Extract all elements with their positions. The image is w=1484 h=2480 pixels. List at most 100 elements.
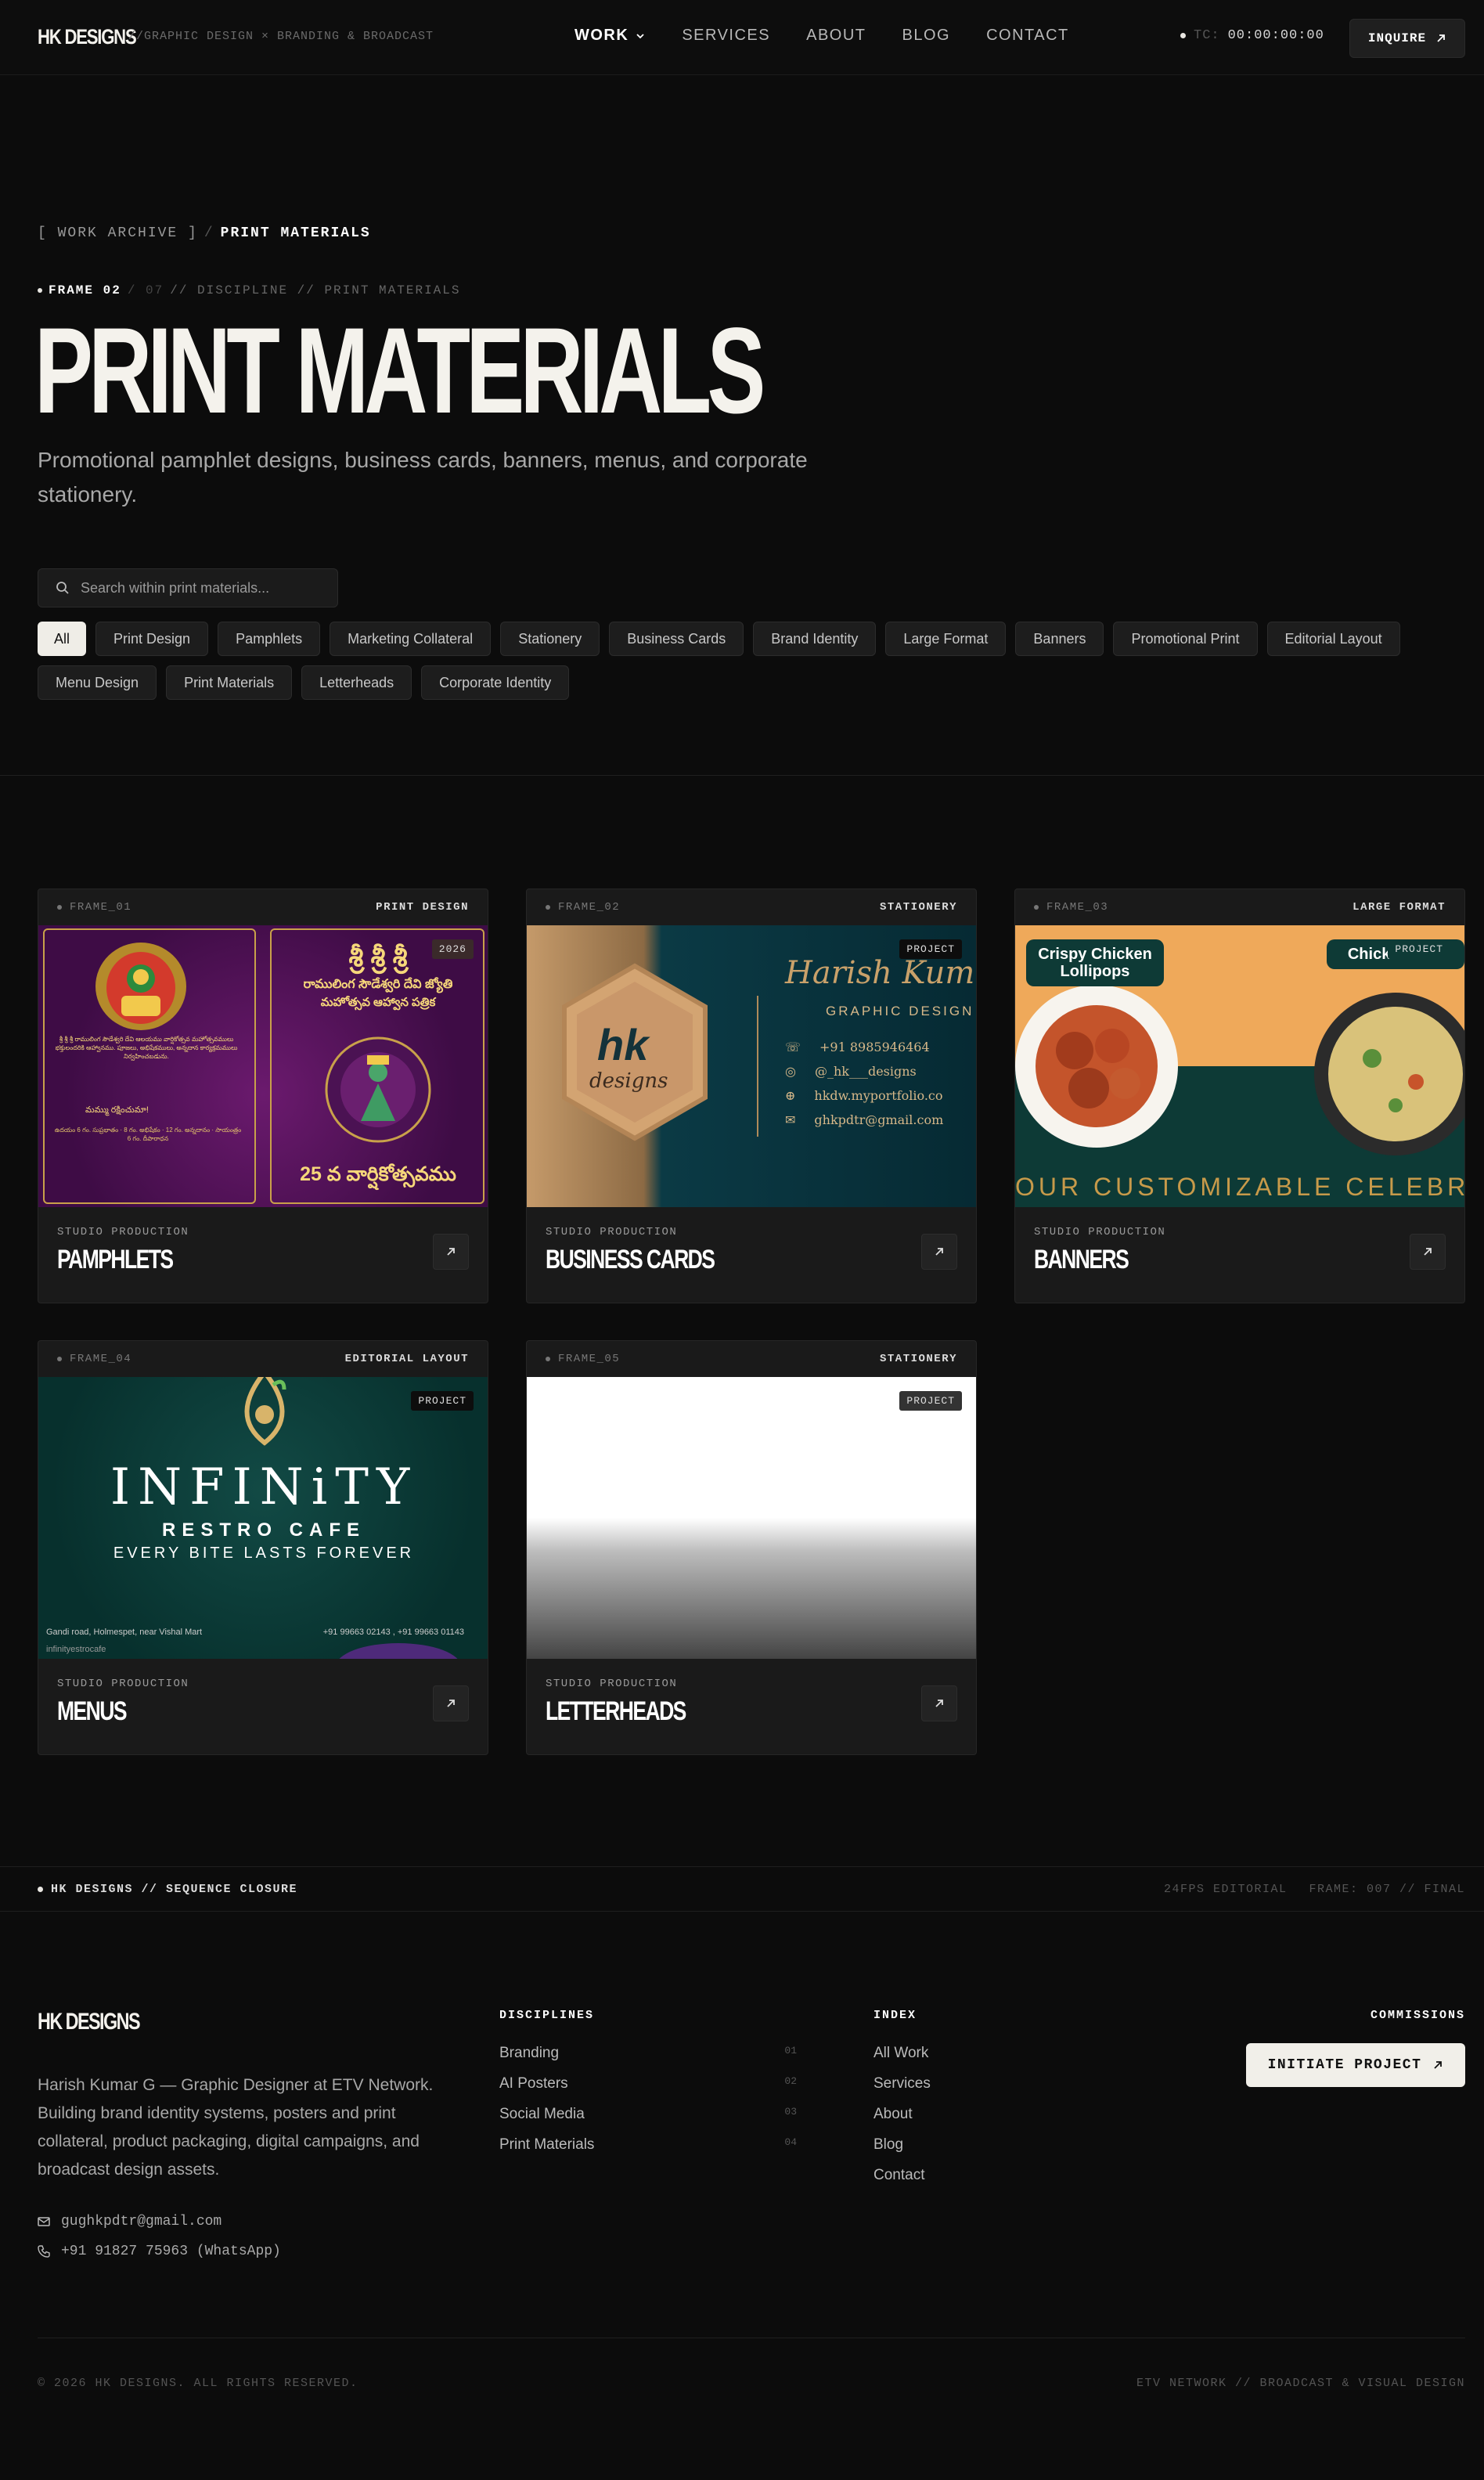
breadcrumb-root[interactable]: [ WORK ARCHIVE ] — [38, 225, 198, 241]
pamphlet-anniversary: 25 వ వార్షికోత్సవము — [300, 1163, 456, 1185]
top-nav: HK DESIGNS //GRAPHIC DESIGN × BRANDING &… — [0, 0, 1484, 75]
arrow-up-right-icon — [1437, 34, 1446, 42]
nav-work-label: WORK — [575, 27, 629, 44]
filter-chip[interactable]: Corporate Identity — [421, 665, 570, 700]
card-category: PRINT DESIGN — [376, 901, 469, 914]
card-badge: PROJECT — [899, 1391, 962, 1411]
project-card-letterheads[interactable]: FRAME_05 STATIONERY PROJECT STUDIO PRODU… — [526, 1340, 977, 1755]
card-open-button[interactable] — [433, 1685, 469, 1721]
filter-chip[interactable]: Pamphlets — [218, 622, 321, 656]
footer-disciplines-title: DISCIPLINES — [499, 2009, 595, 2022]
card-thumbnail: Crispy Chicken Lollipops Chick… Rice OUR… — [1015, 925, 1464, 1207]
dish-label-1: Crispy Chicken Lollipops — [1026, 939, 1164, 986]
contact-mail-text: ghkpdtr@gmail.com — [814, 1112, 944, 1127]
card-frame: FRAME_01 — [57, 901, 131, 914]
closure-left: HK DESIGNS // SEQUENCE CLOSURE — [38, 1883, 297, 1896]
filter-chip[interactable]: Print Design — [95, 622, 209, 656]
footer-index-title: INDEX — [873, 2009, 917, 2022]
filter-chips: All Print Design Pamphlets Marketing Col… — [38, 622, 1462, 700]
footer-index-link[interactable]: Services — [873, 2075, 931, 2092]
card-footer: STUDIO PRODUCTION LETTERHEADS — [527, 1659, 976, 1727]
filter-chip[interactable]: Marketing Collateral — [330, 622, 492, 656]
initiate-project-button[interactable]: INITIATE PROJECT — [1246, 2043, 1465, 2087]
card-frame: FRAME_02 — [546, 901, 620, 914]
nav-work[interactable]: WORK — [575, 27, 646, 45]
menu-decor — [336, 1643, 461, 1659]
site-logo[interactable]: HK DESIGNS — [38, 25, 137, 49]
footer-phone[interactable]: +91 91827 75963 (WhatsApp) — [38, 2244, 281, 2259]
mail-icon — [38, 2217, 50, 2226]
pamphlet-subtitle-2: మహోత్సవ ఆహ్వాన పత్రిక — [320, 996, 436, 1009]
filter-chip[interactable]: Menu Design — [38, 665, 157, 700]
footer-discipline-link[interactable]: Print Materials 04 — [499, 2136, 797, 2153]
footer-network: ETV NETWORK // BROADCAST & VISUAL DESIGN — [1136, 2377, 1465, 2390]
initiate-project-label: INITIATE PROJECT — [1267, 2057, 1422, 2073]
filter-chip[interactable]: Stationery — [500, 622, 600, 656]
filter-chip[interactable]: Promotional Print — [1113, 622, 1258, 656]
filter-chip-all[interactable]: All — [38, 622, 87, 656]
nav-contact[interactable]: CONTACT — [986, 27, 1069, 45]
card-frame-label: FRAME_02 — [558, 901, 621, 914]
nav-services[interactable]: SERVICES — [682, 27, 770, 45]
discipline-number: 01 — [784, 2045, 797, 2056]
card-frame-label: FRAME_01 — [70, 901, 132, 914]
closure-fps: 24FPS EDITORIAL — [1163, 1883, 1288, 1896]
card-header: FRAME_01 PRINT DESIGN — [38, 889, 488, 925]
card-header: FRAME_03 LARGE FORMAT — [1015, 889, 1464, 925]
card-kicker: STUDIO PRODUCTION — [57, 1678, 189, 1690]
card-open-button[interactable] — [1410, 1234, 1446, 1270]
project-card-banners[interactable]: FRAME_03 LARGE FORMAT Crispy Chicken Lol… — [1014, 889, 1465, 1303]
pamphlet-inner-line: మమ్ము రక్షించుమా! — [85, 1105, 149, 1115]
timecode-dot — [1180, 33, 1186, 38]
card-frame: FRAME_04 — [57, 1353, 131, 1365]
footer-discipline-link[interactable]: Social Media 03 — [499, 2106, 797, 2122]
search-input[interactable] — [81, 579, 315, 597]
card-open-button[interactable] — [433, 1234, 469, 1270]
closure-dot — [38, 1887, 43, 1892]
filter-chip[interactable]: Business Cards — [609, 622, 744, 656]
card-title: MENUS — [57, 1696, 128, 1726]
filter-chip[interactable]: Editorial Layout — [1266, 622, 1400, 656]
project-card-pamphlets[interactable]: FRAME_01 PRINT DESIGN శ్రీ శ్రీ శ్రీ రామ… — [38, 889, 488, 1303]
menu-tagline: EVERY BITE LASTS FOREVER — [113, 1545, 415, 1562]
contact-mail: ✉ ghkpdtr@gmail.com — [785, 1112, 943, 1127]
nav-blog[interactable]: BLOG — [902, 27, 951, 45]
project-card-menus[interactable]: FRAME_04 EDITORIAL LAYOUT INFINiTY RESTR… — [38, 1340, 488, 1755]
inquire-button[interactable]: INQUIRE — [1349, 19, 1465, 58]
card-open-button[interactable] — [921, 1234, 957, 1270]
chevron-down-icon — [636, 33, 644, 38]
card-footer: STUDIO PRODUCTION MENUS — [38, 1659, 488, 1727]
contact-instagram: ◎ @_hk___designs — [785, 1064, 943, 1079]
contact-web-text: hkdw.myportfolio.co — [814, 1088, 943, 1103]
footer-discipline-link[interactable]: AI Posters 02 — [499, 2075, 797, 2092]
footer-disciplines-list: Branding 01 AI Posters 02 Social Media 03 P… — [499, 2045, 797, 2153]
filter-chip[interactable]: Large Format — [885, 622, 1007, 656]
footer-index-link[interactable]: All Work — [873, 2045, 931, 2061]
arrow-up-right-icon — [1434, 2061, 1443, 2069]
goddess-illustration — [325, 1036, 431, 1143]
filter-chip[interactable]: Banners — [1015, 622, 1104, 656]
footer-discipline-link[interactable]: Branding 01 — [499, 2045, 797, 2061]
footer-email[interactable]: gughkpdtr@gmail.com — [38, 2214, 222, 2229]
card-open-button[interactable] — [921, 1685, 957, 1721]
footer-logo[interactable]: HK DESIGNS — [38, 2009, 141, 2035]
project-card-business-cards[interactable]: FRAME_02 STATIONERY hk designs Harish Ku… — [526, 889, 977, 1303]
card-frame-label: FRAME_03 — [1046, 901, 1109, 914]
card-title: BUSINESS CARDS — [546, 1245, 715, 1274]
filter-chip[interactable]: Print Materials — [166, 665, 293, 700]
footer-index-link[interactable]: About — [873, 2106, 931, 2122]
copyright: © 2026 HK DESIGNS. ALL RIGHTS RESERVED. — [38, 2377, 358, 2390]
site-tagline: //GRAPHIC DESIGN × BRANDING & BROADCAST — [128, 30, 434, 43]
filter-chip[interactable]: Letterheads — [301, 665, 412, 700]
footer-index-list: All Work Services About Blog Contact — [873, 2045, 931, 2183]
nav-about[interactable]: ABOUT — [806, 27, 866, 45]
filter-chip[interactable]: Brand Identity — [753, 622, 877, 656]
food-plate-chicken — [1015, 985, 1178, 1148]
card-title: BANNERS — [1034, 1245, 1129, 1274]
footer-index-link[interactable]: Contact — [873, 2167, 931, 2183]
menu-subtitle: RESTRO CAFE — [161, 1519, 366, 1541]
closure-right: 24FPS EDITORIAL FRAME: 007 // FINAL — [1164, 1883, 1465, 1896]
footer-index-link[interactable]: Blog — [873, 2136, 931, 2153]
menu-phone: +91 99663 02143 , +91 99663 01143 — [322, 1628, 464, 1637]
frame-dot — [57, 1357, 62, 1361]
